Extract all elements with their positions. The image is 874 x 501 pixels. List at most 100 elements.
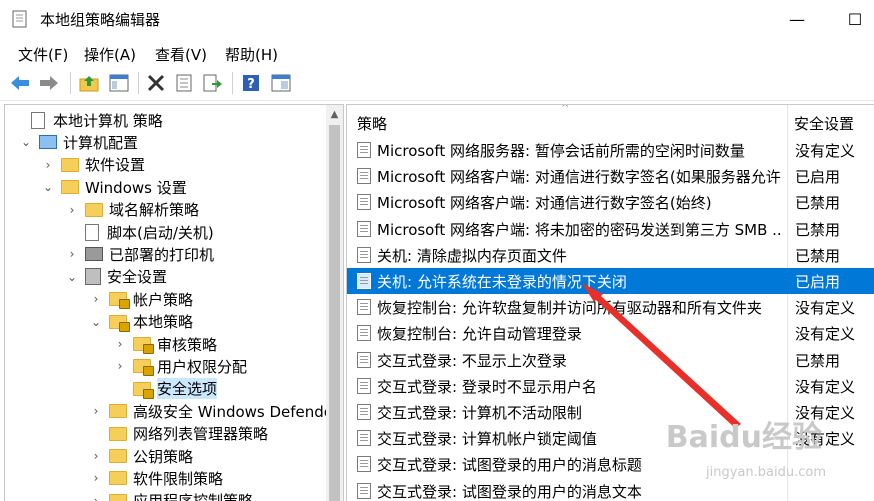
tree-item[interactable]: 网络列表管理器策略 <box>89 423 268 445</box>
lock-icon <box>119 321 130 332</box>
policy-name: 关机: 清除虚拟内存页面文件 <box>377 246 567 265</box>
policy-setting: 没有定义 <box>795 377 856 396</box>
tree-item[interactable]: › 已部署的打印机 <box>65 243 214 265</box>
column-header-setting[interactable]: 安全设置 <box>794 105 854 141</box>
policy-name: 关机: 允许系统在未登录的情况下关闭 <box>377 273 627 291</box>
menu-view[interactable]: 查看(V) <box>155 44 207 65</box>
policy-row[interactable]: 交互式登录: 试图登录的用户的消息文本 <box>347 478 874 501</box>
chevron-right-icon[interactable]: › <box>65 203 79 217</box>
policy-row[interactable]: 交互式登录: 登录时不显示用户名 没有定义 <box>347 373 874 399</box>
chevron-right-icon[interactable]: › <box>89 292 103 306</box>
tree-item[interactable]: ⌄ Windows 设置 <box>41 176 187 198</box>
menu-help[interactable]: 帮助(H) <box>225 44 278 65</box>
tree-item[interactable]: 脚本(启动/关机) <box>65 221 214 243</box>
chevron-down-icon[interactable]: ⌄ <box>65 270 79 284</box>
chevron-right-icon[interactable]: › <box>113 359 127 373</box>
policy-row[interactable]: 关机: 允许系统在未登录的情况下关闭 已启用 <box>347 268 874 294</box>
chevron-right-icon[interactable]: › <box>89 404 103 418</box>
policy-row[interactable]: Microsoft 网络客户端: 对通信进行数字签名(如果服务器允许) 已启用 <box>347 163 874 189</box>
tree-item-label: 网络列表管理器策略 <box>133 425 269 444</box>
policy-row[interactable]: 交互式登录: 不显示上次登录 已禁用 <box>347 347 874 373</box>
tree-item[interactable]: ⌄ 安全设置 <box>65 266 167 288</box>
help-icon[interactable]: ? <box>240 72 262 94</box>
tree-item[interactable]: › 帐户策略 <box>89 288 193 310</box>
lock-icon <box>143 366 154 377</box>
chevron-right-icon[interactable]: › <box>89 471 103 485</box>
security-icon <box>85 268 101 286</box>
policy-icon <box>357 456 371 473</box>
policy-name: 交互式登录: 不显示上次登录 <box>377 351 567 370</box>
folder-icon <box>109 449 127 463</box>
locked-folder-icon <box>133 337 154 354</box>
export-icon[interactable] <box>202 72 224 94</box>
filter-icon[interactable] <box>270 72 292 94</box>
chevron-right-icon[interactable]: › <box>89 449 103 463</box>
tree-item-label: 高级安全 Windows Defende <box>133 402 334 421</box>
tree-item[interactable]: › 高级安全 Windows Defende <box>89 400 333 422</box>
document-icon <box>85 223 99 241</box>
watermark-brand: Baidu经验 <box>665 420 822 455</box>
chevron-right-icon[interactable]: › <box>41 158 55 172</box>
document-icon <box>31 111 45 129</box>
policy-row[interactable]: 关机: 清除虚拟内存页面文件 已禁用 <box>347 242 874 268</box>
policy-setting: 已启用 <box>795 273 841 291</box>
maximize-button[interactable]: ☐ <box>832 8 874 32</box>
policy-row[interactable]: 恢复控制台: 允许自动管理登录 没有定义 <box>347 320 874 346</box>
folder-icon <box>109 471 127 486</box>
policy-icon <box>357 246 371 263</box>
tree-item[interactable]: ⌄ 本地策略 <box>89 311 193 333</box>
tree-item[interactable]: › 域名解析策略 <box>65 199 199 221</box>
chevron-right-icon[interactable]: › <box>113 337 127 351</box>
up-folder-icon[interactable] <box>78 72 100 94</box>
tree-item[interactable]: ›应用程序控制策略 <box>89 490 253 501</box>
chevron-down-icon[interactable]: ⌄ <box>89 315 103 329</box>
back-icon[interactable] <box>9 72 31 94</box>
folder-icon <box>109 426 127 441</box>
tree-item-label: 本地计算机 策略 <box>53 111 163 130</box>
chevron-down-icon[interactable]: ⌄ <box>19 135 33 149</box>
tree-item[interactable]: › 软件设置 <box>41 154 145 176</box>
scroll-up-icon[interactable]: ▲ <box>326 109 343 120</box>
lock-icon <box>143 388 154 399</box>
policy-row[interactable]: Microsoft 网络服务器: 暂停会话前所需的空闲时间数量 没有定义 <box>347 137 874 163</box>
properties-icon[interactable] <box>173 72 195 94</box>
console-tree[interactable]: 本地计算机 策略 ⌄ 计算机配置 › 软件设置 ⌄ Windows 设置 › 域名解析策略 脚本(… <box>4 104 344 501</box>
policy-row[interactable]: 恢复控制台: 允许软盘复制并访问所有驱动器和所有文件夹 没有定义 <box>347 294 874 320</box>
delete-icon[interactable] <box>145 72 167 94</box>
locked-folder-icon <box>109 314 130 332</box>
menu-action[interactable]: 操作(A) <box>84 44 136 65</box>
tree-item[interactable]: › 审核策略 <box>113 333 217 355</box>
policy-setting: 已启用 <box>795 168 841 187</box>
tree-scrollbar[interactable]: ▲ <box>326 105 343 501</box>
policy-name: Microsoft 网络客户端: 对通信进行数字签名(如果服务器允许) <box>377 168 782 187</box>
tree-item[interactable]: ⌄ 计算机配置 <box>19 131 138 153</box>
menu-file[interactable]: 文件(F) <box>18 44 68 65</box>
policy-name: Microsoft 网络客户端: 对通信进行数字签名(始终) <box>377 194 712 213</box>
window-title: 本地组策略编辑器 <box>40 11 161 29</box>
tree-item[interactable]: 安全选项 <box>113 378 218 400</box>
policy-row[interactable]: Microsoft 网络客户端: 将未加密的密码发送到第三方 SMB ... 已禁… <box>347 216 874 242</box>
policy-row[interactable]: Microsoft 网络客户端: 对通信进行数字签名(始终) 已禁用 <box>347 189 874 215</box>
title-bar: 本地组策略编辑器 — ☐ <box>0 0 874 40</box>
tree-item[interactable]: › 公钥策略 <box>89 445 193 467</box>
policy-icon <box>357 273 371 289</box>
minimize-button[interactable]: — <box>774 8 820 32</box>
tree-item-label: 软件设置 <box>85 156 146 175</box>
column-header-policy[interactable]: 策略 <box>357 105 387 141</box>
tree-item-label: 域名解析策略 <box>109 201 200 220</box>
locked-folder-icon <box>133 381 154 399</box>
policy-name: Microsoft 网络服务器: 暂停会话前所需的空闲时间数量 <box>377 142 745 160</box>
tree-item[interactable]: › 软件限制策略 <box>89 467 223 489</box>
tree-item-label: 计算机配置 <box>63 133 139 152</box>
show-hide-tree-icon[interactable] <box>108 72 130 94</box>
scrollbar-thumb[interactable] <box>329 125 340 501</box>
forward-icon[interactable] <box>38 72 60 94</box>
chevron-right-icon[interactable]: › <box>65 247 79 261</box>
policy-name: 恢复控制台: 允许软盘复制并访问所有驱动器和所有文件夹 <box>377 299 762 318</box>
toolbar-separator <box>232 72 233 94</box>
chevron-down-icon[interactable]: ⌄ <box>41 180 55 194</box>
lock-icon <box>119 299 130 310</box>
watermark-url: jingyan.baidu.com <box>706 465 826 480</box>
tree-item[interactable]: › 用户权限分配 <box>113 355 247 377</box>
tree-item[interactable]: 本地计算机 策略 <box>11 109 163 131</box>
